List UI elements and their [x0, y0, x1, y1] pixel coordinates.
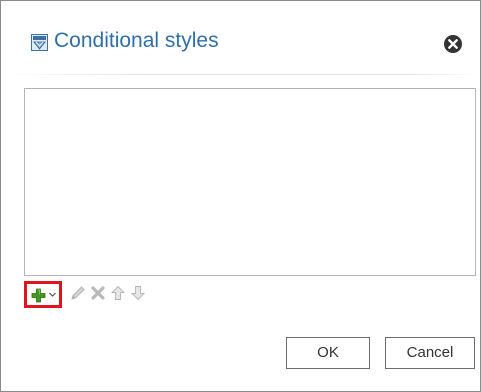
close-icon[interactable]: [443, 34, 463, 54]
plus-icon: [31, 288, 46, 303]
cancel-button[interactable]: Cancel: [385, 337, 475, 369]
pencil-icon[interactable]: [70, 285, 86, 301]
arrow-up-icon[interactable]: [110, 285, 126, 301]
conditional-styles-icon: [31, 34, 48, 51]
title-separator: [1, 74, 480, 75]
arrow-down-icon[interactable]: [130, 285, 146, 301]
conditional-styles-list[interactable]: [24, 88, 476, 276]
conditional-styles-dialog: Conditional styles OK Cancel: [0, 0, 481, 392]
add-style-button[interactable]: [24, 281, 62, 308]
ok-button[interactable]: OK: [286, 337, 370, 369]
dialog-title: Conditional styles: [54, 29, 219, 52]
chevron-down-icon[interactable]: [48, 290, 57, 299]
x-icon[interactable]: [90, 285, 106, 301]
styles-toolbar: [24, 281, 224, 311]
dialog-title-bar: Conditional styles: [1, 1, 480, 74]
